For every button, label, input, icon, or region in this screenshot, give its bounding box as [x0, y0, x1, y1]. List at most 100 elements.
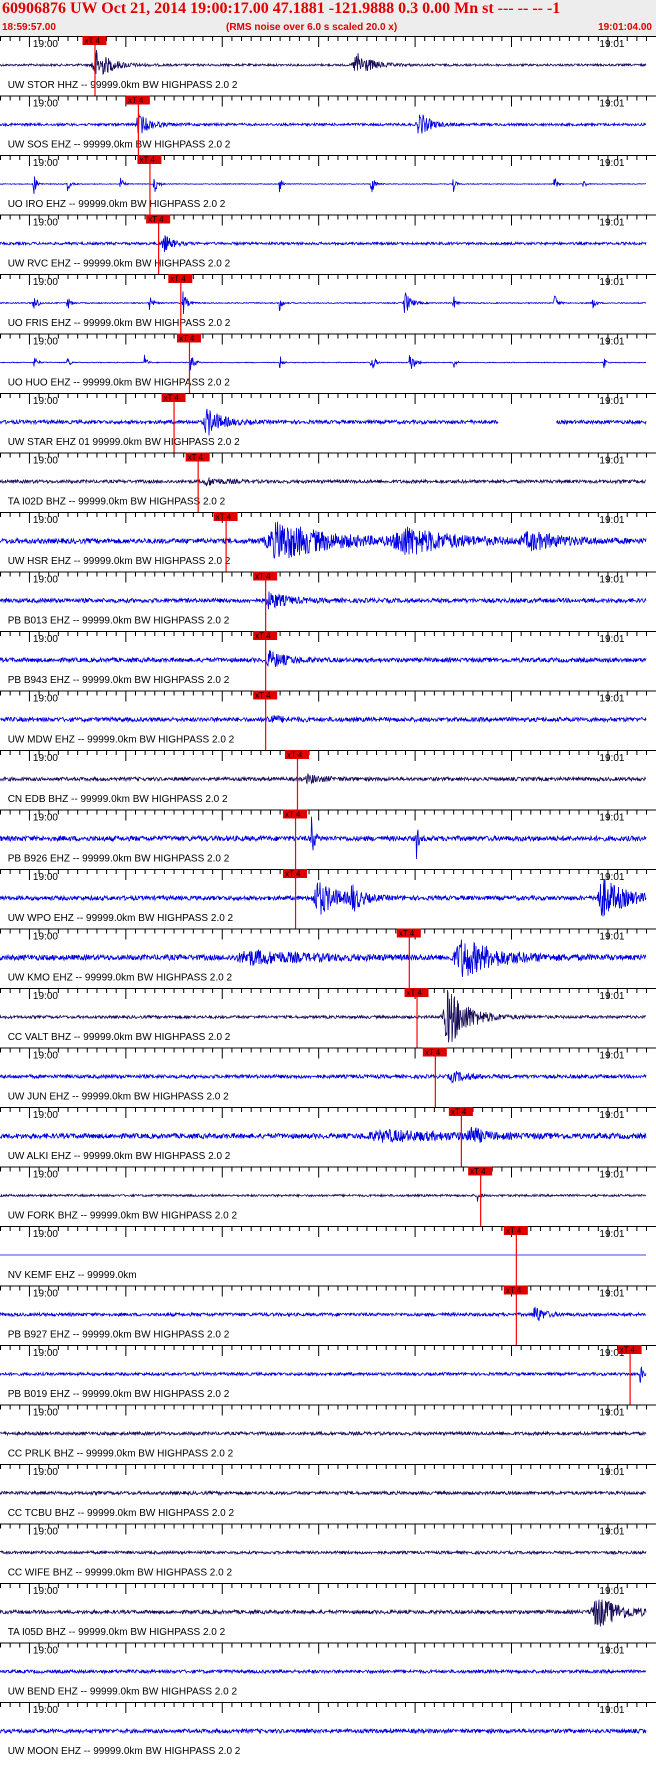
- station-label: UW HSR EHZ -- 99999.0km BW HIGHPASS 2.0 …: [8, 556, 231, 567]
- tick-label-right: 19:01: [599, 1586, 624, 1597]
- waveform-trace: [0, 49, 647, 75]
- station-label: UW JUN EHZ -- 99999.0km BW HIGHPASS 2.0 …: [8, 1092, 229, 1103]
- trace-panel: 19:00 19:01 UW STAR EHZ 01 99999.0km BW HI…: [0, 393, 656, 453]
- pick-label: xT 4: [128, 96, 144, 105]
- waveform-trace: [0, 1306, 647, 1321]
- pick-label: xT 4: [399, 929, 415, 938]
- pick-label: xT 4: [148, 215, 164, 224]
- trace-panel: 19:00 19:01 UW HSR EHZ -- 99999.0km BW HIG…: [0, 512, 656, 572]
- trace-panel: 19:00 19:01 UW ALKI EHZ -- 99999.0km BW HI…: [0, 1107, 656, 1167]
- trace-panel: 19:00 19:01 CC VALT BHZ -- 99999.0km BW HI…: [0, 988, 656, 1048]
- tick-label-left: 19:00: [33, 1051, 58, 1062]
- trace-panel: 19:00 19:01 UW BEND EHZ -- 99999.0km BW HI…: [0, 1642, 656, 1698]
- trace-panel: 19:00 19:01 UW JUN EHZ -- 99999.0km BW HIG…: [0, 1047, 656, 1107]
- tick-label-left: 19:00: [33, 1467, 58, 1478]
- trace-panel: 19:00 19:01 PB B013 EHZ -- 99999.0km BW HI…: [0, 571, 656, 631]
- station-label: PB B926 EHZ -- 99999.0km BW HIGHPASS 2.0…: [8, 854, 230, 865]
- waveform-trace: [0, 1727, 647, 1735]
- station-label: NV KEMF EHZ -- 99999.0km: [8, 1270, 137, 1281]
- tick-label-left: 19:00: [33, 575, 58, 586]
- trace-panel: 19:00 19:01 TA I05D BHZ -- 99999.0km BW HI…: [0, 1583, 656, 1638]
- tick-label-left: 19:00: [33, 634, 58, 645]
- station-label: TA I02D BHZ -- 99999.0km BW HIGHPASS 2.0…: [8, 497, 226, 508]
- waveform-trace: [0, 650, 647, 667]
- station-label: CC TCBU BHZ -- 99999.0km BW HIGHPASS 2.0…: [8, 1508, 235, 1519]
- tick-label-right: 19:01: [599, 813, 624, 824]
- station-label: UW SOS EHZ -- 99999.0km BW HIGHPASS 2.0 …: [8, 140, 231, 151]
- trace-panel: 19:00 19:01 NV KEMF EHZ -- 99999.0km xT 4: [0, 1226, 656, 1286]
- pick-label: xT 4: [425, 1048, 441, 1057]
- tick-label-right: 19:01: [599, 277, 624, 288]
- tick-label-left: 19:00: [33, 872, 58, 883]
- event-title: 60906876 UW Oct 21, 2014 19:00:17.00 47.…: [2, 0, 561, 17]
- tick-label-right: 19:01: [599, 456, 624, 467]
- start-time: 18:59:57.00: [2, 22, 56, 33]
- end-time: 19:01:04.00: [598, 22, 652, 33]
- waveform-trace: [0, 1430, 647, 1437]
- tick-label-left: 19:00: [33, 337, 58, 348]
- waveform-trace: [0, 408, 647, 436]
- station-label: TA I05D BHZ -- 99999.0km BW HIGHPASS 2.0…: [8, 1627, 226, 1638]
- station-label: UW MDW EHZ -- 99999.0km BW HIGHPASS 2.0 …: [8, 735, 235, 746]
- tick-label-right: 19:01: [599, 1051, 624, 1062]
- tick-label-left: 19:00: [33, 39, 58, 50]
- trace-panel: 19:00 19:01 UW SOS EHZ -- 99999.0km BW HIG…: [0, 95, 656, 155]
- waveform-trace: [0, 1366, 647, 1383]
- tick-label-left: 19:00: [33, 1408, 58, 1419]
- waveform-trace: [0, 939, 647, 977]
- waveform-trace: [0, 1668, 647, 1675]
- station-label: PB B019 EHZ -- 99999.0km BW HIGHPASS 2.0…: [8, 1389, 230, 1400]
- station-label: UW ALKI EHZ -- 99999.0km BW HIGHPASS 2.0…: [8, 1151, 231, 1162]
- trace-panel: 19:00 19:01 CC WIFE BHZ -- 99999.0km BW HI…: [0, 1523, 656, 1579]
- station-label: CC PRLK BHZ -- 99999.0km BW HIGHPASS 2.0…: [8, 1449, 234, 1460]
- station-label: CC VALT BHZ -- 99999.0km BW HIGHPASS 2.0…: [8, 1032, 231, 1043]
- tick-label-right: 19:01: [599, 99, 624, 110]
- tick-label-left: 19:00: [33, 158, 58, 169]
- trace-panel: 19:00 19:01 PB B926 EHZ -- 99999.0km BW HI…: [0, 809, 656, 869]
- trace-panel: 19:00 19:01 UO HUO EHZ -- 99999.0km BW HIG…: [0, 333, 656, 393]
- waveform-trace: [0, 1549, 647, 1556]
- station-label: PB B013 EHZ -- 99999.0km BW HIGHPASS 2.0…: [8, 616, 230, 627]
- pick-label: xT 4: [255, 691, 271, 700]
- trace-panel: 19:00 19:01 UW WPO EHZ -- 99999.0km BW HIG…: [0, 869, 656, 929]
- tick-label-right: 19:01: [599, 694, 624, 705]
- tick-label-left: 19:00: [33, 1229, 58, 1240]
- trace-panel: 19:00 19:01 UO IRO EHZ -- 99999.0km BW HIG…: [0, 155, 656, 215]
- pick-label: xT 4: [255, 572, 271, 581]
- pick-label: xT 4: [620, 1346, 636, 1355]
- waveform-trace: [0, 715, 647, 724]
- station-label: UW STOR HHZ -- 99999.0km BW HIGHPASS 2.0…: [8, 80, 238, 91]
- tick-label-right: 19:01: [599, 218, 624, 229]
- tick-label-right: 19:01: [599, 575, 624, 586]
- tick-label-left: 19:00: [33, 1705, 58, 1716]
- pick-label: xT 4: [255, 632, 271, 641]
- waveform-trace: [0, 291, 647, 315]
- waveform-trace: [0, 354, 646, 371]
- pick-label: xT 4: [287, 751, 303, 760]
- pick-label: xT 4: [470, 1167, 486, 1176]
- trace-panel: 19:00 19:01 UO FRIS EHZ -- 99999.0km BW HI…: [0, 274, 656, 334]
- station-label: UW KMO EHZ -- 99999.0km BW HIGHPASS 2.0 …: [8, 973, 233, 984]
- waveform-trace: [0, 1126, 647, 1144]
- pick-label: xT 4: [506, 1286, 522, 1295]
- pick-label: xT 4: [407, 989, 423, 998]
- tick-label-right: 19:01: [599, 1527, 624, 1538]
- tick-label-left: 19:00: [33, 1586, 58, 1597]
- tick-label-right: 19:01: [599, 1467, 624, 1478]
- header-bar: 60906876 UW Oct 21, 2014 19:00:17.00 47.…: [0, 0, 656, 36]
- rms-note: (RMS noise over 6.0 s scaled 20.0 x): [226, 22, 398, 33]
- tick-label-right: 19:01: [599, 1170, 624, 1181]
- trace-panel: 19:00 19:01 UW STOR HHZ -- 99999.0km BW HI…: [0, 36, 656, 96]
- tick-label-right: 19:01: [599, 1289, 624, 1300]
- waveform-trace: [0, 114, 647, 136]
- tick-label-left: 19:00: [33, 753, 58, 764]
- waveform-trace: [0, 521, 647, 559]
- waveform-trace: [0, 477, 646, 487]
- tick-label-right: 19:01: [599, 1408, 624, 1419]
- tick-label-left: 19:00: [33, 1527, 58, 1538]
- tick-label-left: 19:00: [33, 1110, 58, 1121]
- tick-label-left: 19:00: [33, 277, 58, 288]
- trace-panel: 19:00 19:01 UW FORK BHZ -- 99999.0km BW HI…: [0, 1166, 656, 1226]
- waveform-trace: [0, 235, 647, 253]
- pick-label: xT 4: [285, 870, 301, 879]
